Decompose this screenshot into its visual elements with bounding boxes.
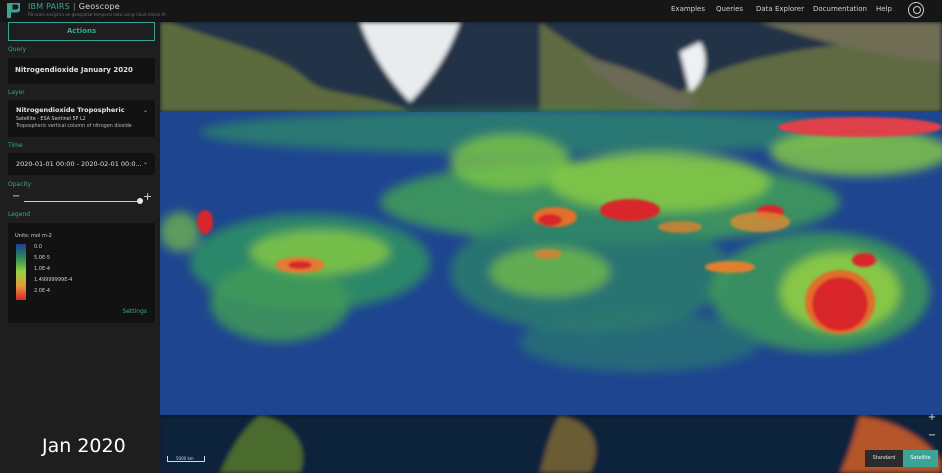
chevron-down-icon: ⌄ xyxy=(142,159,148,166)
user-circle-icon[interactable] xyxy=(908,2,924,18)
legend-section-label: Legend xyxy=(8,211,31,218)
time-section-label: Time xyxy=(8,142,23,149)
query-box[interactable]: Nitrogendioxide January 2020 xyxy=(8,58,155,84)
legend-units: Units: mol m-2 xyxy=(15,233,52,239)
brand-separator: | xyxy=(72,2,76,11)
opacity-increase-button[interactable]: + xyxy=(143,191,152,202)
brand-name[interactable]: IBM PAIRS | Geoscope xyxy=(28,2,120,11)
nav-help[interactable]: Help xyxy=(876,5,892,13)
legend-entry: 0.0 xyxy=(34,244,42,250)
brand-product: IBM PAIRS xyxy=(28,2,70,11)
legend-entry: 2.0E-4 xyxy=(34,288,51,294)
nav-examples[interactable]: Examples xyxy=(671,5,705,13)
legend-color-bar xyxy=(16,244,26,300)
chevron-down-icon: ⌄ xyxy=(142,107,148,114)
legend-entry: 1.49999999E-4 xyxy=(34,277,73,283)
time-select[interactable]: 2020-01-01 00:00 - 2020-02-01 00:0... ⌄ xyxy=(8,153,155,175)
map-canvas xyxy=(160,22,942,473)
zoom-in-button[interactable]: + xyxy=(927,413,937,423)
opacity-slider-track[interactable] xyxy=(24,201,141,202)
nav-documentation[interactable]: Documentation xyxy=(813,5,867,13)
map-caption: Jan 2020 xyxy=(42,435,126,457)
actions-button[interactable]: Actions xyxy=(8,22,155,41)
brand-app-name: Geoscope xyxy=(78,2,120,11)
layer-title: Nitrogendioxide Tropospheric xyxy=(16,106,125,114)
top-bar: IBM PAIRS | Geoscope PB-scale analytics on… xyxy=(0,0,942,22)
query-name: Nitrogendioxide January 2020 xyxy=(15,66,133,74)
legend-settings-link[interactable]: Settings xyxy=(122,308,147,315)
basemap-satellite-button[interactable]: Satellite xyxy=(903,450,938,467)
legend-entry: 1.0E-4 xyxy=(34,266,51,272)
pairs-logo-icon xyxy=(7,3,20,18)
scale-label: 5000 km xyxy=(176,456,194,461)
nav-queries[interactable]: Queries xyxy=(716,5,743,13)
layer-section-label: Layer xyxy=(8,89,25,96)
legend-entry: 5.0E-5 xyxy=(34,255,51,261)
sidebar: Actions Query Nitrogendioxide January 20… xyxy=(0,22,160,473)
layer-description: Tropospheric vertical column of nitrogen… xyxy=(16,124,132,129)
opacity-section-label: Opacity xyxy=(8,181,32,188)
no2-overlay xyxy=(160,110,942,415)
layer-select[interactable]: Nitrogendioxide Tropospheric ⌄ Satellite… xyxy=(8,100,155,137)
brand-tagline: PB-scale analytics on geospatial-tempora… xyxy=(28,12,166,17)
opacity-decrease-button[interactable]: − xyxy=(12,192,20,202)
basemap-standard-button[interactable]: Standard xyxy=(865,450,903,467)
legend-box: Units: mol m-2 0.0 5.0E-5 1.0E-4 1.49999… xyxy=(8,223,155,323)
nav-data-explorer[interactable]: Data Explorer xyxy=(756,5,804,13)
layer-source: Satellite - ESA Sentinel 5P L2 xyxy=(16,117,86,122)
map-view[interactable] xyxy=(160,22,942,473)
time-range: 2020-01-01 00:00 - 2020-02-01 00:0... xyxy=(16,160,142,168)
zoom-out-button[interactable]: − xyxy=(927,431,937,441)
query-section-label: Query xyxy=(8,46,27,53)
